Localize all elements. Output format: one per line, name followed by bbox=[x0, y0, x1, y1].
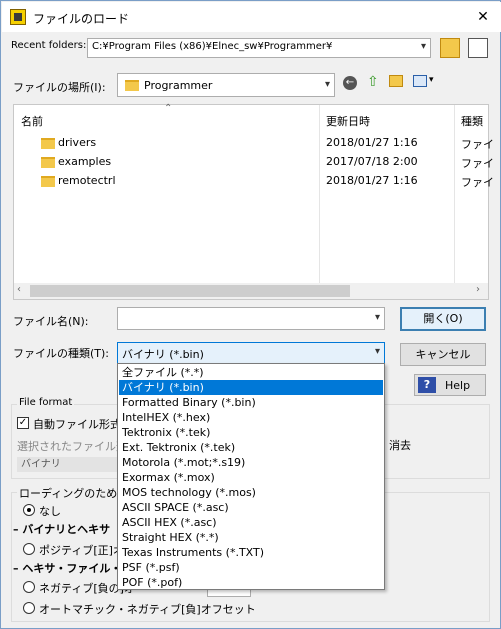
dropdown-option[interactable]: Texas Instruments (*.TXT) bbox=[119, 545, 383, 560]
radio-none[interactable] bbox=[23, 504, 35, 516]
dropdown-option[interactable]: POF (*.pof) bbox=[119, 575, 383, 590]
hex-file-section-label: – ヘキサ・ファイル・ bbox=[13, 562, 122, 575]
location-combo[interactable]: Programmer ▾ bbox=[117, 73, 335, 97]
dropdown-option[interactable]: MOS technology (*.mos) bbox=[119, 485, 383, 500]
column-header-name[interactable]: 名前 bbox=[21, 113, 43, 129]
help-label: Help bbox=[445, 379, 471, 392]
dropdown-option[interactable]: Formatted Binary (*.bin) bbox=[119, 395, 383, 410]
window-title: ファイルのロード bbox=[33, 12, 130, 26]
dropdown-option[interactable]: 全ファイル (*.*) bbox=[119, 365, 383, 380]
file-type: ファイ bbox=[461, 138, 494, 151]
binary-hex-section-label: – バイナリとヘキサ bbox=[13, 523, 111, 536]
auto-format-checkbox[interactable]: ✓ bbox=[17, 417, 29, 429]
filetype-select[interactable]: バイナリ (*.bin) ▾ bbox=[117, 342, 385, 364]
file-type: ファイ bbox=[461, 157, 494, 170]
title-bar: ファイルのロード ✕ bbox=[2, 2, 501, 32]
hex-file-section-text: ヘキサ・ファイル・ bbox=[22, 562, 122, 575]
dropdown-option[interactable]: IntelHEX (*.hex) bbox=[119, 410, 383, 425]
dropdown-option[interactable]: PSF (*.psf) bbox=[119, 560, 383, 575]
filetype-dropdown-list[interactable]: 全ファイル (*.*) バイナリ (*.bin) Formatted Binar… bbox=[117, 363, 385, 590]
file-list[interactable]: ⌃ 名前 更新日時 種類 drivers 2018/01/27 1:16 ファイ… bbox=[13, 103, 494, 300]
selected-format-value: バイナリ bbox=[17, 457, 117, 472]
dropdown-option[interactable]: Straight HEX (*.*) bbox=[119, 530, 383, 545]
close-icon[interactable]: ✕ bbox=[468, 5, 498, 29]
up-folder-icon[interactable]: ⇧ bbox=[367, 74, 379, 90]
chevron-down-icon: ▾ bbox=[374, 346, 380, 357]
open-folder-icon[interactable] bbox=[440, 38, 460, 58]
scroll-right-icon[interactable]: › bbox=[476, 284, 480, 295]
filename-label: ファイル名(N): bbox=[13, 315, 89, 328]
column-header-date[interactable]: 更新日時 bbox=[326, 113, 370, 129]
file-type: ファイ bbox=[461, 176, 494, 189]
horizontal-scrollbar[interactable]: ‹ › bbox=[14, 283, 488, 299]
radio-positive-offset[interactable] bbox=[23, 543, 35, 555]
filetype-label: ファイルの種類(T): bbox=[13, 347, 110, 360]
chevron-down-icon: ▾ bbox=[324, 79, 330, 90]
dropdown-option[interactable]: Motorola (*.mot;*.s19) bbox=[119, 455, 383, 470]
file-date: 2017/07/18 2:00 bbox=[326, 155, 418, 168]
chevron-down-icon: ▾ bbox=[374, 312, 380, 323]
filename-input[interactable]: ▾ bbox=[117, 307, 385, 330]
file-load-dialog: ファイルのロード ✕ Recent folders: C:¥Program Fi… bbox=[0, 0, 501, 629]
open-button[interactable]: 開く(O) bbox=[400, 307, 486, 331]
cancel-button[interactable]: キャンセル bbox=[400, 343, 486, 366]
column-header-type[interactable]: 種類 bbox=[461, 113, 483, 129]
scrollbar-thumb[interactable] bbox=[30, 285, 350, 297]
folder-icon bbox=[125, 80, 139, 91]
recent-folders-combo[interactable]: C:¥Program Files (x86)¥Elnec_sw¥Programm… bbox=[87, 38, 431, 58]
erase-label: 消去 bbox=[389, 439, 411, 452]
file-date: 2018/01/27 1:16 bbox=[326, 174, 418, 187]
dropdown-option[interactable]: ASCII HEX (*.asc) bbox=[119, 515, 383, 530]
dropdown-option-selected[interactable]: バイナリ (*.bin) bbox=[119, 380, 383, 395]
binary-hex-section-text: バイナリとヘキサ bbox=[22, 523, 111, 536]
app-icon bbox=[10, 9, 26, 25]
location-label: ファイルの場所(I): bbox=[13, 81, 106, 94]
new-folder-icon[interactable] bbox=[389, 75, 403, 87]
dropdown-option[interactable]: Exormax (*.mox) bbox=[119, 470, 383, 485]
chevron-down-icon: ▾ bbox=[420, 41, 426, 52]
file-date: 2018/01/27 1:16 bbox=[326, 136, 418, 149]
file-format-label: File format bbox=[17, 397, 75, 408]
radio-auto-negative-offset[interactable] bbox=[23, 602, 35, 614]
loading-label: ローディングのための bbox=[17, 485, 131, 501]
file-name: remotectrl bbox=[58, 174, 116, 187]
view-menu-icon[interactable] bbox=[413, 75, 427, 87]
folder-icon bbox=[41, 157, 55, 168]
dropdown-option[interactable]: Ext. Tektronix (*.tek) bbox=[119, 440, 383, 455]
document-icon[interactable] bbox=[468, 38, 488, 58]
folder-icon bbox=[41, 138, 55, 149]
sort-up-icon: ⌃ bbox=[164, 103, 173, 114]
help-icon: ? bbox=[418, 377, 436, 393]
recent-folders-label: Recent folders: bbox=[11, 40, 87, 51]
selected-format-label: 選択されたファイル形 bbox=[17, 440, 127, 453]
file-name: examples bbox=[58, 155, 112, 168]
chevron-down-icon[interactable]: ▾ bbox=[429, 75, 434, 85]
recent-folders-value: C:¥Program Files (x86)¥Elnec_sw¥Programm… bbox=[92, 41, 333, 52]
dropdown-option[interactable]: ASCII SPACE (*.asc) bbox=[119, 500, 383, 515]
radio-auto-label: オートマチック・ネガティブ[負]オフセット bbox=[39, 603, 256, 616]
radio-negative-offset[interactable] bbox=[23, 581, 35, 593]
file-name: drivers bbox=[58, 136, 97, 149]
back-icon[interactable]: ← bbox=[343, 76, 357, 90]
dropdown-option[interactable]: Tektronix (*.tek) bbox=[119, 425, 383, 440]
folder-icon bbox=[41, 176, 55, 187]
scroll-left-icon[interactable]: ‹ bbox=[17, 284, 21, 295]
filetype-value: バイナリ (*.bin) bbox=[122, 348, 204, 361]
location-value: Programmer bbox=[144, 79, 213, 92]
help-button[interactable]: ? Help bbox=[414, 374, 486, 396]
radio-none-label: なし bbox=[39, 505, 61, 518]
